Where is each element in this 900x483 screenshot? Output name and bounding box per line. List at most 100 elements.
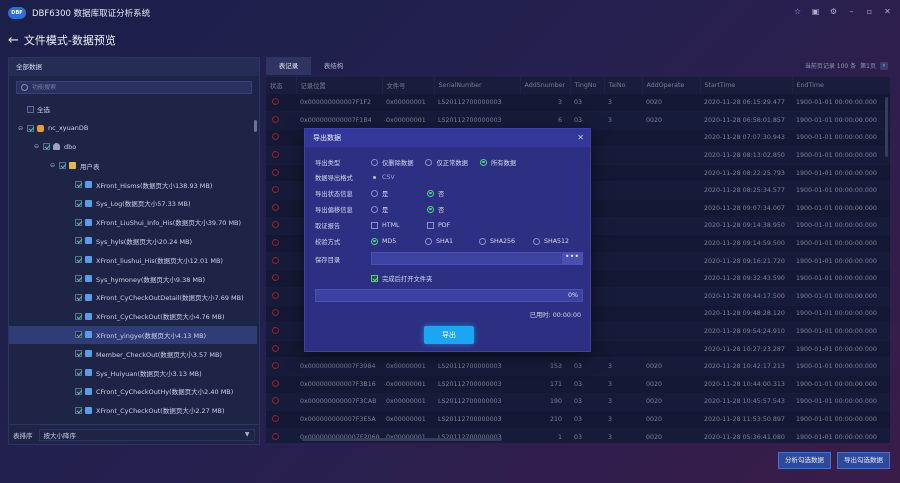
checksum-sha1-option[interactable]: SHA1 [425, 237, 479, 245]
app-title: DBF6300 数据库取证分析系统 [32, 9, 151, 19]
tree-node[interactable]: 全选 [9, 100, 257, 119]
tree-search-input[interactable] [32, 84, 232, 91]
export-status-label: 导出状态信息 [315, 190, 353, 198]
save-dir-input[interactable] [371, 252, 583, 265]
radio-icon [371, 205, 378, 213]
save-dir-row: 保存目录 [315, 253, 371, 265]
bottom-actions: 分析勾选数据 导出勾选数据 [778, 452, 890, 469]
tree-node-label: XFront_Hisms(数据页大小138.93 MB) [96, 181, 213, 190]
checkbox-icon[interactable] [75, 406, 82, 414]
checkbox-icon[interactable] [27, 105, 34, 113]
browse-button[interactable]: ••• [562, 252, 582, 265]
option-label: HTML [382, 221, 400, 229]
tree-node[interactable]: Sys_Log(数据页大小57.33 MB) [9, 194, 257, 213]
checkbox-icon [427, 221, 434, 229]
chevron-down-icon: ▼ [244, 431, 250, 438]
checkbox-icon[interactable] [43, 143, 50, 151]
next-page-icon[interactable]: › [880, 61, 888, 70]
checksum-row: 校验方式 MD5 SHA1 SHA256 SHA512 [315, 235, 569, 247]
tree-node[interactable]: CFront_CyCheckOutHy(数据页大小2.40 MB) [9, 382, 257, 401]
checksum-md5-option[interactable]: MD5 [371, 237, 425, 245]
tree-node[interactable]: XFront_CyCheckOut(数据页大小4.76 MB) [9, 307, 257, 326]
favorite-icon[interactable]: ☆ [793, 7, 802, 16]
table-icon [85, 199, 92, 207]
table-tree: 全选 ⊖ nc_xyuanDB ⊖ dbo ⊖ 用户表 XFront_Hisms(数据页大小1… [9, 100, 257, 430]
tab-records[interactable]: 表记录 [266, 57, 311, 75]
report-html-checkbox[interactable]: HTML [371, 221, 415, 229]
checkbox-icon[interactable] [75, 218, 82, 226]
checkbox-icon[interactable] [75, 350, 82, 358]
collapse-toggle-icon[interactable]: ⊖ [17, 125, 24, 132]
checkbox-icon[interactable] [59, 162, 66, 170]
tree-node[interactable]: XFront_CyCheckOutDetail(数据页大小7.69 MB) [9, 288, 257, 307]
tree-search-box[interactable] [16, 81, 252, 94]
page-number: 第1页 [860, 63, 876, 70]
checkbox-icon[interactable] [75, 312, 82, 320]
checkbox-icon[interactable] [75, 387, 82, 395]
tree-node-label: nc_xyuanDB [48, 124, 89, 133]
export-type-label: 导出类型 [315, 159, 341, 167]
checkbox-icon[interactable] [75, 369, 82, 377]
radio-selected-icon [427, 205, 434, 213]
analyze-selected-button[interactable]: 分析勾选数据 [778, 452, 831, 469]
tree-node[interactable]: XFront_liushui_His(数据页大小12.01 MB) [9, 250, 257, 269]
elapsed-time: 已用时: 00:00:00 [529, 312, 581, 319]
folder-icon [69, 162, 76, 170]
tree-node[interactable]: ⊖ 用户表 [9, 156, 257, 175]
export-selected-button[interactable]: 导出勾选数据 [837, 452, 890, 469]
export-offset-yes-option[interactable]: 是 [371, 205, 415, 214]
tree-node[interactable]: Member_CheckOut(数据页大小3.57 MB) [9, 344, 257, 363]
export-type-normal-option[interactable]: 仅正常数据 [425, 158, 468, 167]
tree-node[interactable]: ⊖ nc_xyuanDB [9, 119, 257, 138]
close-window-icon[interactable]: ✕ [883, 7, 892, 16]
tree-node[interactable]: Sys_Huiyuan(数据页大小3.13 MB) [9, 363, 257, 382]
tree-node[interactable]: XFront_CyCheckOut(数据页大小2.27 MB) [9, 401, 257, 420]
export-format-row: 数据导出格式 CSV [315, 171, 395, 183]
checksum-sha512-option[interactable]: SHA512 [533, 237, 569, 245]
checksum-label: 校验方式 [315, 238, 341, 246]
tree-node[interactable]: Sys_hyls(数据页大小20.24 MB) [9, 232, 257, 251]
maximize-icon[interactable]: ▫ [865, 7, 874, 16]
export-button[interactable]: 导出 [424, 326, 474, 344]
tree-node[interactable]: XFront_yingye(数据页大小4.13 MB) [9, 325, 257, 345]
option-label: 是 [382, 206, 389, 214]
back-arrow-icon[interactable]: ← [8, 34, 19, 47]
export-offset-no-option[interactable]: 否 [427, 205, 444, 214]
export-offset-label: 导出偏移信息 [315, 206, 353, 214]
report-pdf-checkbox[interactable]: PDF [427, 221, 450, 229]
radio-selected-icon [479, 158, 487, 166]
checkbox-icon[interactable] [75, 275, 82, 283]
checkbox-icon[interactable] [75, 199, 82, 207]
tree-scrollbar[interactable] [254, 120, 257, 132]
minimize-icon[interactable]: – [847, 7, 856, 16]
settings-icon[interactable]: ⚙ [829, 7, 838, 16]
table-icon [85, 387, 92, 395]
collapse-toggle-icon[interactable]: ⊖ [49, 162, 56, 169]
checkbox-icon[interactable] [75, 181, 82, 189]
skin-icon[interactable]: ▣ [811, 7, 820, 16]
export-status-no-option[interactable]: 否 [427, 189, 444, 198]
tree-node[interactable]: Sys_hymoney(数据页大小9.38 MB) [9, 269, 257, 288]
collapse-toggle-icon[interactable]: ⊖ [33, 143, 40, 150]
checkbox-icon[interactable] [75, 331, 82, 339]
tree-node[interactable]: ⊖ dbo [9, 138, 257, 157]
export-status-yes-option[interactable]: 是 [371, 189, 415, 198]
open-folder-row[interactable]: 完成后打开文件夹 [371, 272, 432, 284]
checksum-sha256-option[interactable]: SHA256 [479, 237, 533, 245]
tree-node[interactable]: XFront_LiuShui_Info_His(数据页大小39.70 MB) [9, 213, 257, 232]
checkbox-icon[interactable] [75, 237, 82, 245]
window-controls: ☆ ▣ ⚙ – ▫ ✕ [793, 7, 892, 16]
tree-node-label: 全选 [37, 106, 50, 115]
tree-node-label: Member_CheckOut(数据页大小3.57 MB) [96, 350, 222, 359]
sort-select[interactable]: 按大小降序 ▼ [38, 428, 255, 441]
export-type-deleted-option[interactable]: 仅删除数据 [371, 158, 413, 167]
export-type-all-option[interactable]: 所有数据 [479, 158, 516, 167]
checkbox-icon[interactable] [75, 256, 82, 264]
close-icon[interactable]: ✕ [577, 133, 584, 142]
checkbox-icon[interactable] [75, 293, 82, 301]
checkbox-icon[interactable] [27, 124, 34, 132]
tree-node[interactable]: XFront_Hisms(数据页大小138.93 MB) [9, 175, 257, 194]
page-header: ← 文件模式-数据预览 [8, 32, 116, 48]
tab-structure[interactable]: 表结构 [311, 57, 356, 75]
option-label: MD5 [382, 237, 397, 245]
